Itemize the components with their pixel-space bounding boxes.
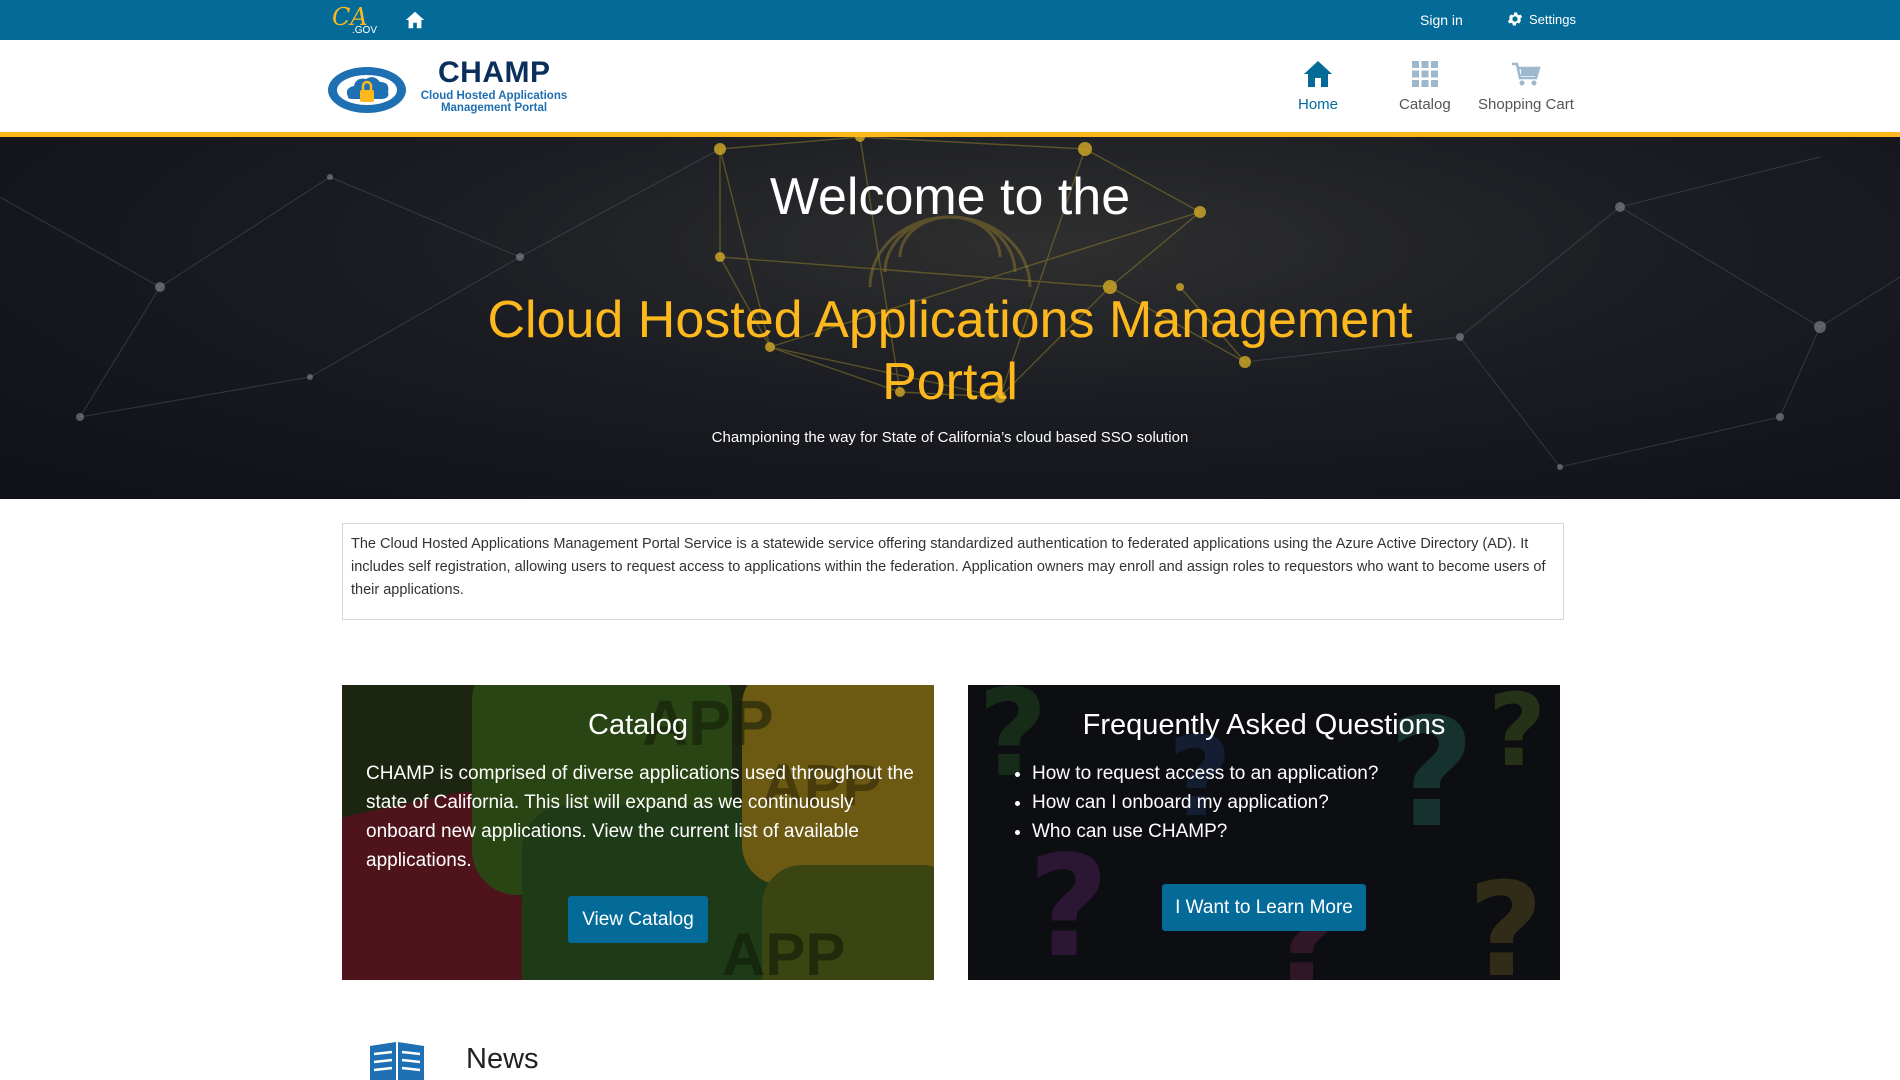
champ-logo[interactable]: CHAMP Cloud Hosted Applications Manageme…	[326, 56, 576, 126]
home-small-icon[interactable]	[404, 9, 426, 31]
faq-list: How to request access to an application?…	[1010, 759, 1378, 846]
nav-cart-label: Shopping Cart	[1478, 96, 1574, 113]
home-icon	[1304, 61, 1332, 87]
cart-icon	[1511, 62, 1541, 86]
view-catalog-button[interactable]: View Catalog	[568, 896, 708, 943]
brand-subtitle: Cloud Hosted Applications Management Por…	[420, 90, 568, 114]
catalog-card-title: Catalog	[588, 709, 688, 741]
faq-card-title: Frequently Asked Questions	[1082, 709, 1446, 741]
hero-title: Cloud Hosted Applications Management Por…	[487, 291, 1413, 411]
utility-bar: CA .GOV Sign in Settings	[0, 0, 1900, 40]
nav-home-label: Home	[1298, 96, 1339, 113]
nav-catalog[interactable]: Catalog	[1399, 58, 1451, 113]
site-header: CHAMP Cloud Hosted Applications Manageme…	[0, 40, 1900, 137]
faq-card: ? ? ? ? ? ? ? Frequently Asked Questions…	[968, 685, 1560, 980]
nav-home[interactable]: Home	[1298, 58, 1338, 113]
faq-item[interactable]: Who can use CHAMP?	[1032, 817, 1378, 846]
catalog-card: APP APP APP Catalog CHAMP is comprised o…	[342, 685, 934, 980]
nav-shopping-cart[interactable]: Shopping Cart	[1478, 58, 1574, 113]
catalog-card-text: CHAMP is comprised of diverse applicatio…	[366, 763, 914, 871]
news-heading: News	[466, 1043, 539, 1075]
sign-in-link[interactable]: Sign in	[1420, 12, 1463, 28]
learn-more-button[interactable]: I Want to Learn More	[1162, 884, 1366, 931]
settings-button[interactable]: Settings	[1506, 10, 1576, 28]
intro-description: The Cloud Hosted Applications Management…	[342, 523, 1564, 620]
brand-title: CHAMP	[438, 56, 551, 89]
grid-icon	[1411, 61, 1438, 87]
faq-item[interactable]: How to request access to an application?	[1032, 759, 1378, 788]
hero-tagline: Championing the way for State of Califor…	[711, 429, 1189, 446]
hero-banner: Welcome to the Cloud Hosted Applications…	[0, 137, 1900, 499]
cloud-lock-icon	[328, 67, 406, 113]
newspaper-icon	[370, 1042, 424, 1080]
ca-gov-logo[interactable]: CA .GOV	[330, 3, 378, 37]
nav-catalog-label: Catalog	[1399, 96, 1451, 113]
settings-label: Settings	[1529, 11, 1576, 27]
hero-welcome: Welcome to the	[769, 168, 1131, 226]
faq-item[interactable]: How can I onboard my application?	[1032, 788, 1378, 817]
gear-icon	[1507, 12, 1523, 26]
svg-text:.GOV: .GOV	[352, 25, 377, 36]
